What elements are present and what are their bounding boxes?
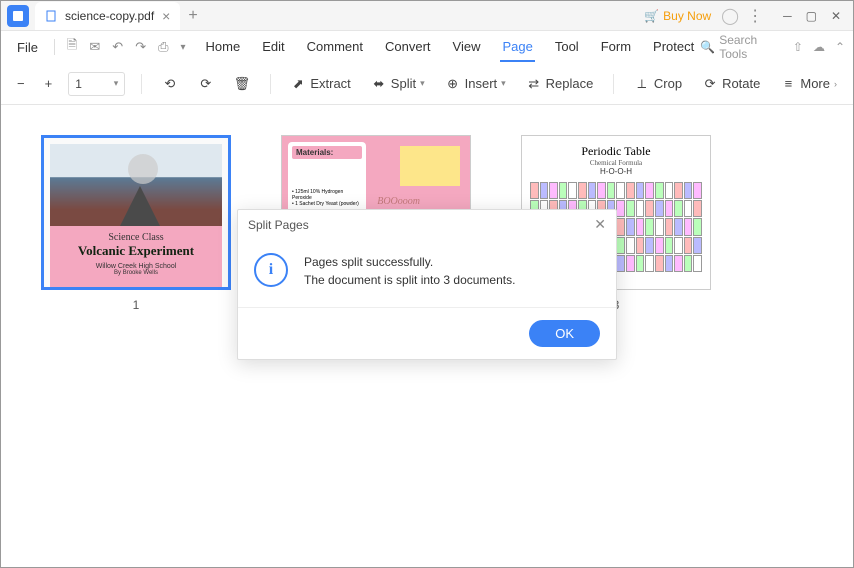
menu-view[interactable]: View [451, 33, 483, 62]
menu-tool[interactable]: Tool [553, 33, 581, 62]
more-button[interactable]: ≡More› [776, 72, 841, 96]
user-icon[interactable]: ◯ [721, 6, 739, 26]
print-icon[interactable]: ⎙ [154, 35, 172, 59]
share-icon[interactable]: ⇧ [793, 40, 803, 54]
redo-icon[interactable]: ↷ [131, 35, 150, 59]
collapse-icon[interactable]: ⌃ [835, 40, 845, 54]
dropdown-caret-icon: ▾ [114, 78, 119, 89]
tab-filename: science-copy.pdf [65, 9, 154, 23]
page-number-label: 1 [133, 298, 140, 312]
ok-button[interactable]: OK [529, 320, 600, 347]
cloud-icon[interactable]: ☁ [813, 40, 825, 54]
dialog-message-1: Pages split successfully. [304, 253, 515, 271]
pdf-icon [45, 10, 57, 22]
dialog-title: Split Pages [248, 218, 309, 232]
maximize-button[interactable]: ▢ [806, 9, 817, 23]
zoom-in-button[interactable]: + [41, 72, 57, 95]
info-icon: i [254, 253, 288, 287]
split-button[interactable]: ⬌Split▾ [367, 72, 429, 96]
menu-form[interactable]: Form [599, 33, 633, 62]
mail-icon[interactable]: ✉ [85, 35, 104, 59]
chevron-down-icon[interactable]: ▾ [177, 38, 190, 57]
page-thumbnail-1[interactable]: Science Class Volcanic Experiment Willow… [41, 135, 231, 312]
split-pages-dialog: Split Pages ✕ i Pages split successfully… [237, 209, 617, 360]
document-tab[interactable]: science-copy.pdf × [35, 2, 180, 30]
crop-button[interactable]: ⟂Crop [630, 72, 686, 96]
app-icon [7, 5, 29, 27]
undo-icon[interactable]: ↶ [108, 35, 127, 59]
insert-button[interactable]: ⊕Insert▾ [441, 72, 510, 96]
search-tools[interactable]: 🔍 Search Tools [700, 33, 783, 61]
replace-button[interactable]: ⇄Replace [522, 72, 598, 96]
menu-convert[interactable]: Convert [383, 33, 433, 62]
search-icon: 🔍 [700, 40, 715, 54]
rotate-left-icon[interactable]: ⟲ [158, 72, 182, 96]
zoom-out-button[interactable]: − [13, 72, 29, 95]
save-icon[interactable]: 🗎 [63, 32, 81, 62]
dialog-close-icon[interactable]: ✕ [594, 216, 606, 233]
page-number-input[interactable]: 1 ▾ [68, 72, 125, 96]
buy-now-link[interactable]: 🛒 Buy Now [644, 9, 711, 23]
menu-protect[interactable]: Protect [651, 33, 696, 62]
page-toolbar: − + 1 ▾ ⟲ ⟳ 🗑 ⬈Extract ⬌Split▾ ⊕Insert▾ … [1, 63, 853, 105]
menu-home[interactable]: Home [204, 33, 243, 62]
extract-button[interactable]: ⬈Extract [286, 72, 354, 96]
menu-edit[interactable]: Edit [260, 33, 286, 62]
new-tab-button[interactable]: + [188, 7, 197, 25]
menu-page[interactable]: Page [500, 33, 534, 62]
tab-close-icon[interactable]: × [162, 8, 170, 24]
delete-page-icon[interactable]: 🗑 [230, 72, 254, 96]
file-menu[interactable]: File [9, 36, 46, 59]
menu-comment[interactable]: Comment [305, 33, 365, 62]
menu-bar: File 🗎 ✉ ↶ ↷ ⎙ ▾ Home Edit Comment Convert V… [1, 31, 853, 63]
kebab-icon[interactable]: ⋮ [747, 6, 763, 26]
dialog-message-2: The document is split into 3 documents. [304, 271, 515, 289]
rotate-right-icon[interactable]: ⟳ [194, 72, 218, 96]
close-window-button[interactable]: ✕ [831, 9, 841, 23]
cart-icon: 🛒 [644, 9, 659, 23]
minimize-button[interactable]: ─ [783, 9, 792, 23]
title-bar: science-copy.pdf × + 🛒 Buy Now ◯ ⋮ ─ ▢ ✕ [1, 1, 853, 31]
rotate-button[interactable]: ⟳Rotate [698, 72, 764, 96]
